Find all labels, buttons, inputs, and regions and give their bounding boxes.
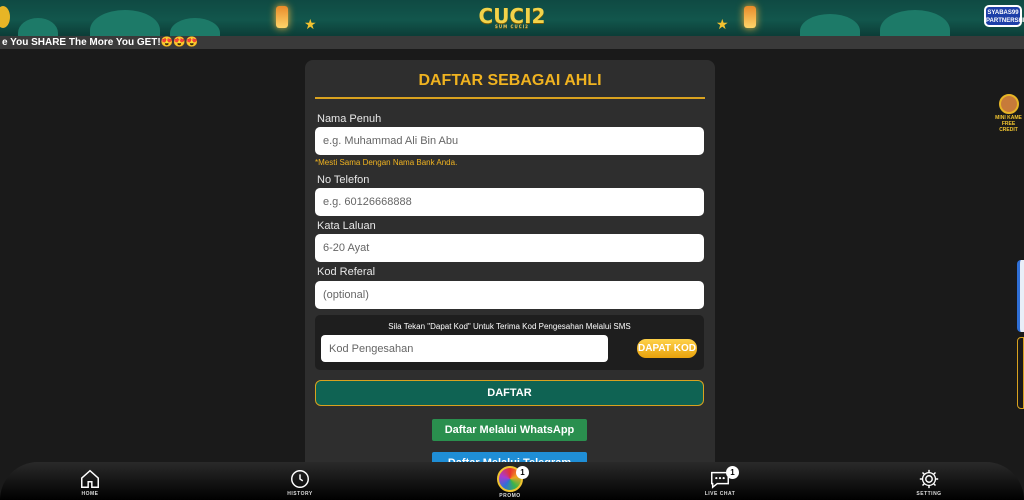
phone-input[interactable] <box>315 188 704 216</box>
floating-promo-widget[interactable]: MINI KAME FREE CREDIT <box>993 94 1024 133</box>
gear-icon <box>919 469 939 489</box>
site-logo[interactable]: CUCI2 SUM CUCI2 <box>472 4 552 32</box>
referral-label: Kod Referal <box>317 266 376 278</box>
mosque-dome-decoration <box>170 18 220 36</box>
nav-home[interactable]: HOME <box>60 468 120 497</box>
sms-instruction: Sila Tekan "Dapat Kod" Untuk Terima Kod … <box>388 322 631 331</box>
registration-card: DAFTAR SEBAGAI AHLI Nama Penuh *Mesti Sa… <box>305 60 715 480</box>
form-title: DAFTAR SEBAGAI AHLI <box>418 72 602 89</box>
lantern-icon <box>744 6 756 28</box>
nav-home-label: HOME <box>81 491 99 497</box>
live-chat-badge: 1 <box>726 466 739 479</box>
name-label: Nama Penuh <box>317 113 382 125</box>
star-icon: ★ <box>716 16 729 32</box>
nav-promo[interactable]: 1 PROMO <box>480 466 540 499</box>
referral-code-input[interactable] <box>315 281 704 309</box>
sms-verification-box: Sila Tekan "Dapat Kod" Untuk Terima Kod … <box>315 315 704 370</box>
bottom-navigation: HOME HISTORY 1 PROMO 1 LIVE CHAT SETTING <box>0 462 1024 500</box>
header-banner: ★ ★ CUCI2 SUM CUCI2 SYABAS99 PARTNERSHIP <box>0 0 1024 36</box>
coin-icon <box>0 6 10 28</box>
side-tab-blue[interactable] <box>1017 260 1024 332</box>
get-code-button[interactable]: DAPAT KOD <box>637 339 697 358</box>
whatsapp-register-button[interactable]: Daftar Melalui WhatsApp <box>432 419 587 441</box>
lantern-icon <box>276 6 288 28</box>
history-icon <box>291 470 309 488</box>
full-name-input[interactable] <box>315 127 704 155</box>
promo-badge: 1 <box>516 466 529 479</box>
nav-live-chat-label: LIVE CHAT <box>704 491 736 497</box>
partnership-badge[interactable]: SYABAS99 PARTNERSHIP <box>984 5 1024 27</box>
promo-character-icon <box>999 94 1019 114</box>
title-divider <box>315 97 705 99</box>
nav-setting[interactable]: SETTING <box>899 468 959 497</box>
phone-label: No Telefon <box>317 174 370 186</box>
password-input[interactable] <box>315 234 704 262</box>
floating-promo-text: MINI KAME FREE CREDIT <box>995 115 1022 133</box>
mosque-dome-decoration <box>880 10 950 36</box>
register-button[interactable]: DAFTAR <box>315 380 704 406</box>
nav-history-label: HISTORY <box>287 491 313 497</box>
verification-code-input[interactable] <box>321 335 608 362</box>
nav-history[interactable]: HISTORY <box>270 468 330 497</box>
marquee-text: e You SHARE The More You GET!😍😍😍 <box>2 37 199 48</box>
nav-live-chat[interactable]: 1 LIVE CHAT <box>690 466 750 497</box>
side-tab-partnership[interactable] <box>1017 337 1024 409</box>
mosque-dome-decoration <box>800 14 860 36</box>
star-icon: ★ <box>304 16 317 32</box>
nav-setting-label: SETTING <box>916 491 942 497</box>
mosque-dome-decoration <box>90 10 160 36</box>
name-hint: *Mesti Sama Dengan Nama Bank Anda. <box>315 158 458 167</box>
password-label: Kata Laluan <box>317 220 376 232</box>
home-icon <box>81 469 99 488</box>
mosque-dome-decoration <box>18 18 58 36</box>
announcement-marquee: e You SHARE The More You GET!😍😍😍 <box>0 36 1024 49</box>
nav-promo-label: PROMO <box>499 493 521 499</box>
